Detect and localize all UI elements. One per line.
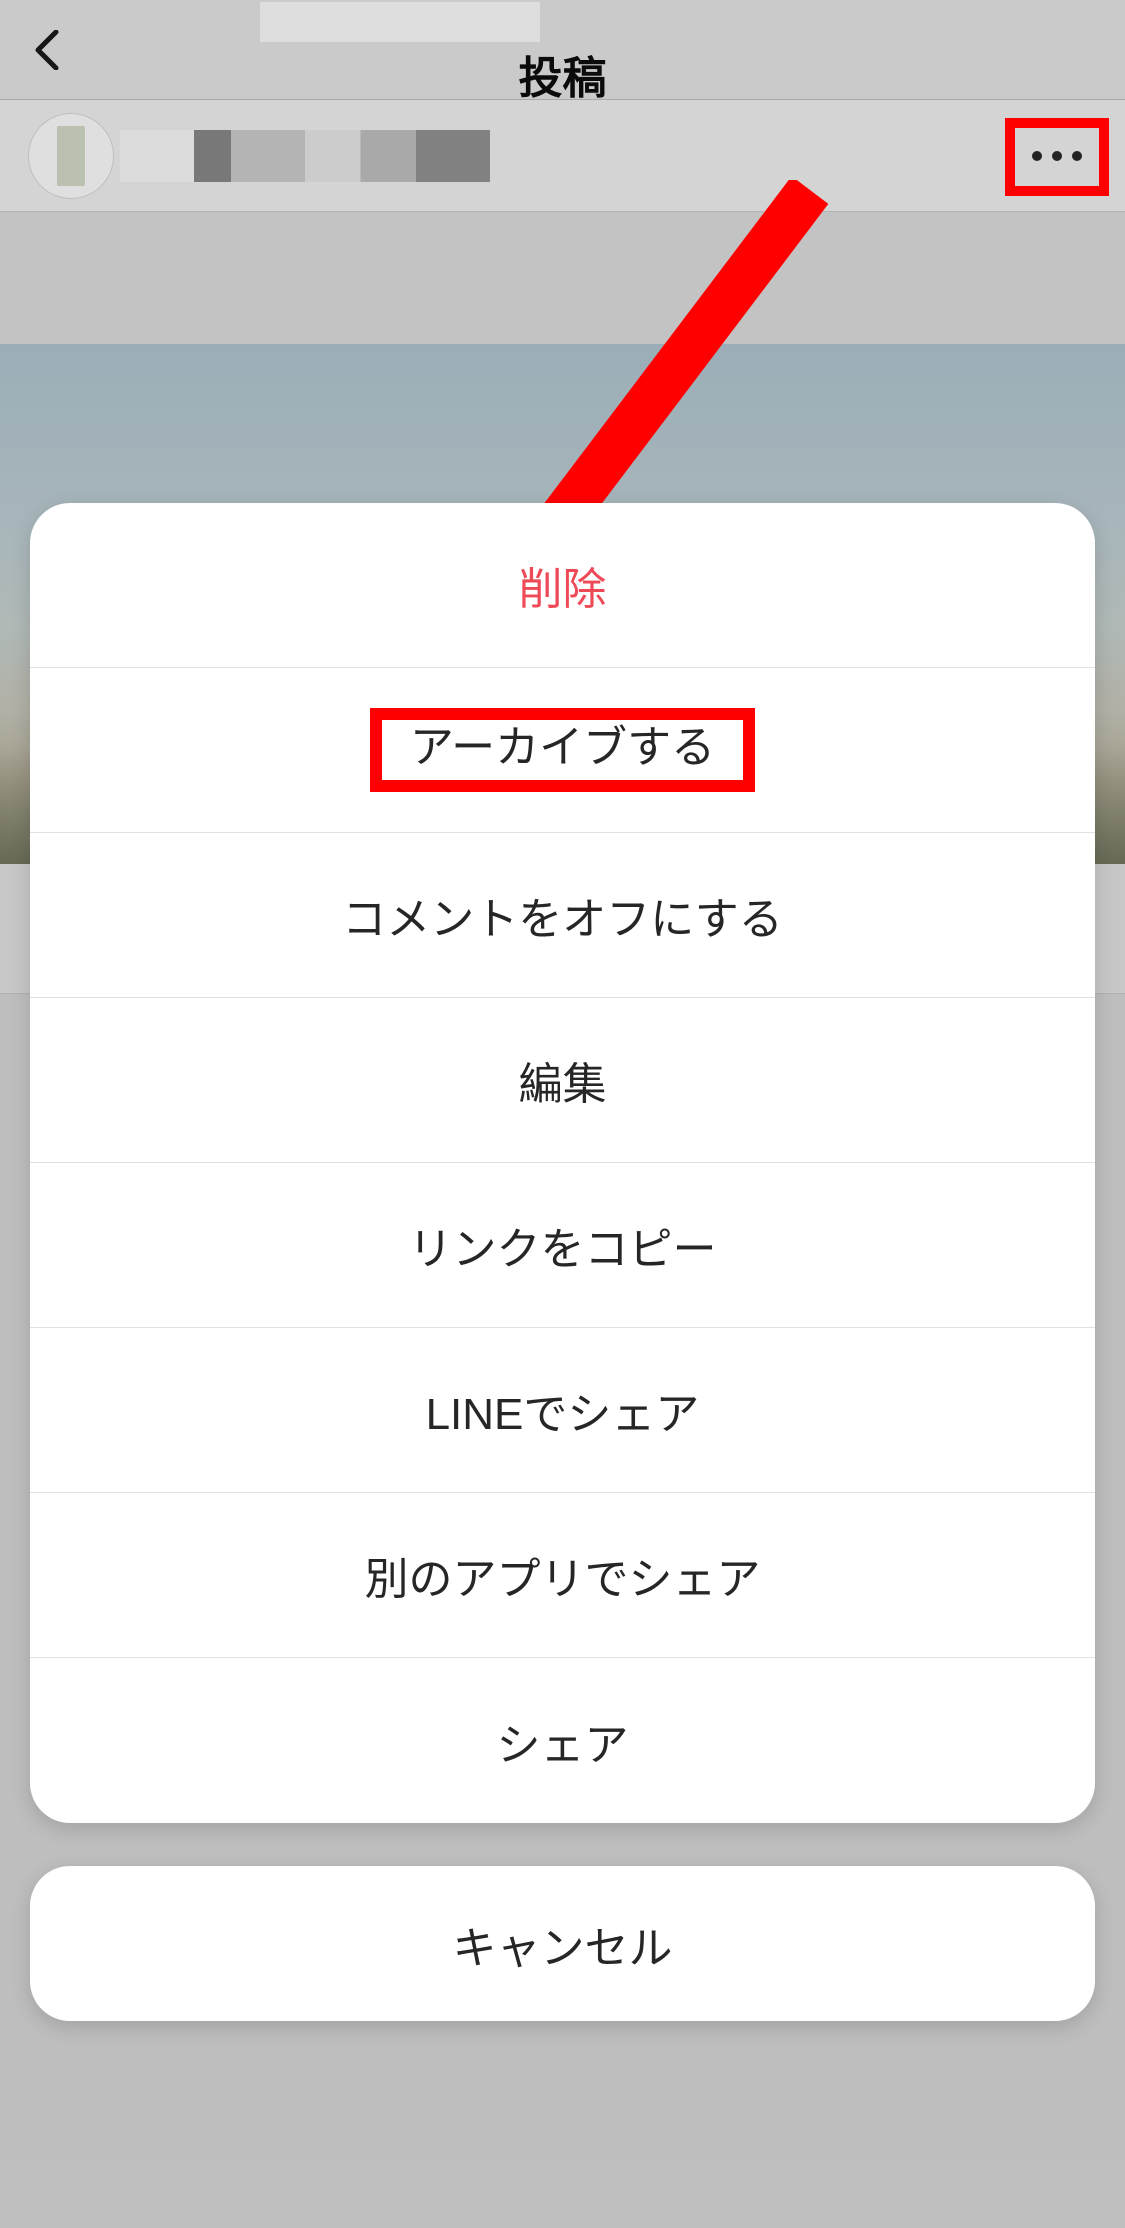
action-share-line[interactable]: LINEでシェア	[30, 1328, 1095, 1493]
action-copy-link[interactable]: リンクをコピー	[30, 1163, 1095, 1328]
action-edit[interactable]: 編集	[30, 998, 1095, 1163]
screen: 投稿 削除 アーカイブする コメントをオフにする 編集	[0, 0, 1125, 2228]
action-share[interactable]: シェア	[30, 1658, 1095, 1823]
action-share-other-app[interactable]: 別のアプリでシェア	[30, 1493, 1095, 1658]
action-turn-off-comments[interactable]: コメントをオフにする	[30, 833, 1095, 998]
annotation-highlight-more	[1005, 118, 1109, 196]
action-sheet: 削除 アーカイブする コメントをオフにする 編集 リンクをコピー LINEでシェ…	[30, 503, 1095, 1823]
action-delete[interactable]: 削除	[30, 503, 1095, 668]
action-archive[interactable]: アーカイブする	[30, 668, 1095, 833]
annotation-highlight-archive: アーカイブする	[370, 708, 755, 792]
action-cancel[interactable]: キャンセル	[30, 1866, 1095, 2021]
action-archive-label: アーカイブする	[410, 723, 715, 772]
